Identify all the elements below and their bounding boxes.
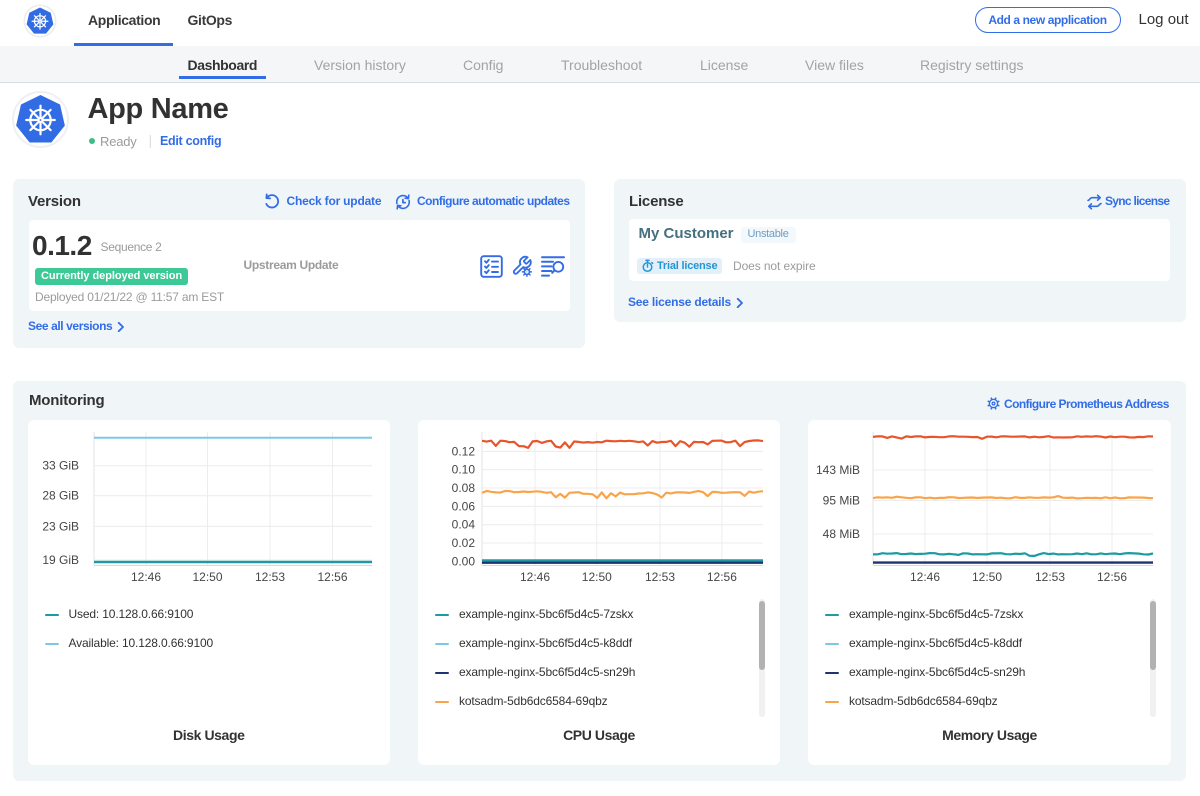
svg-text:12:53: 12:53	[1035, 570, 1065, 584]
svg-text:12:56: 12:56	[317, 570, 347, 584]
svg-text:12:50: 12:50	[582, 570, 612, 584]
svg-text:0.00: 0.00	[452, 554, 476, 568]
svg-text:12:46: 12:46	[910, 570, 940, 584]
svg-text:19 GiB: 19 GiB	[42, 553, 79, 567]
svg-text:12:53: 12:53	[254, 570, 284, 584]
svg-text:0.12: 0.12	[452, 444, 476, 458]
svg-text:12:53: 12:53	[645, 570, 675, 584]
svg-text:12:50: 12:50	[972, 570, 1002, 584]
svg-text:0.04: 0.04	[452, 518, 476, 532]
svg-text:143 MiB: 143 MiB	[816, 463, 860, 477]
svg-text:12:50: 12:50	[192, 570, 222, 584]
svg-text:48 MiB: 48 MiB	[823, 527, 860, 541]
svg-text:0.10: 0.10	[452, 463, 476, 477]
svg-text:28 GiB: 28 GiB	[42, 489, 79, 503]
svg-text:23 GiB: 23 GiB	[42, 519, 79, 533]
svg-text:0.08: 0.08	[452, 481, 476, 495]
svg-text:33 GiB: 33 GiB	[42, 459, 79, 473]
svg-text:0.02: 0.02	[452, 536, 476, 550]
svg-text:12:56: 12:56	[707, 570, 737, 584]
svg-text:12:46: 12:46	[130, 570, 160, 584]
svg-text:12:56: 12:56	[1097, 570, 1127, 584]
svg-text:95 MiB: 95 MiB	[823, 494, 860, 508]
svg-text:12:46: 12:46	[520, 570, 550, 584]
svg-text:0.06: 0.06	[452, 499, 476, 513]
